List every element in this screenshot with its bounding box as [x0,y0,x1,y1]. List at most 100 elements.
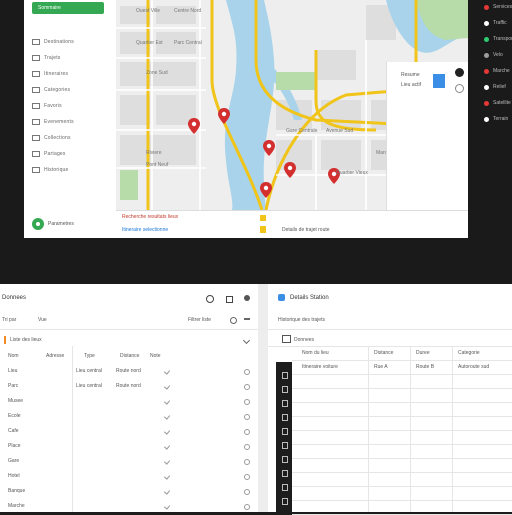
list-icon [32,39,40,45]
map-pin-icon[interactable] [260,182,272,198]
place-summary-card: Resume Lieu actif [386,62,468,210]
more-icon[interactable] [244,318,250,320]
row-address: Lieu central [76,368,102,374]
row-name: Place [8,443,21,449]
grid-row-line [292,430,512,431]
row-check-icon[interactable] [163,443,171,450]
grid-divider [410,346,411,512]
sidebar-item[interactable]: Destinations [32,38,110,46]
layer-dot-icon [484,100,489,106]
filter-a[interactable]: Tri par [2,317,16,323]
row-index-icon [282,414,288,421]
column-header: Adresse [46,353,65,359]
shield-icon[interactable] [226,296,233,303]
layer-label: Terrain [493,116,509,122]
row-check-icon[interactable] [163,503,171,510]
grid-column-header: Nom du lieu [302,350,329,356]
layer-dot-icon [484,116,489,122]
layer-label: Traffic [493,20,507,26]
map-pin-icon[interactable] [188,118,200,134]
sidebar-item[interactable]: Trajets [32,54,110,62]
row-check-icon[interactable] [163,458,171,465]
row-status-icon [244,474,250,480]
row-name: Marche [8,503,25,509]
sidebar-item[interactable]: Evenements [32,118,110,126]
grid-cell: Rue A [374,364,388,370]
settings-button[interactable]: Parametres [32,218,74,230]
grid-row-line [292,416,512,417]
row-check-icon[interactable] [163,428,171,435]
map-pin-icon[interactable] [218,108,230,124]
grid-divider [452,346,453,512]
details-panel: Details Station Historique des trajets D… [268,284,512,515]
layer-dot-icon [484,68,489,74]
grid-row-line [292,500,512,501]
details-title: Details Station [290,295,329,301]
layer-item[interactable]: Traffic [484,20,507,26]
section-marker [4,336,6,344]
map-label: Centre Nord [174,8,202,14]
map-info-bar: Recherche resultats lieux Itineraire sel… [116,210,468,238]
row-check-icon[interactable] [163,413,171,420]
grid-row-line [292,402,512,403]
map-label: Ouest Ville [136,8,161,14]
layer-item[interactable]: Terrain [484,116,508,122]
row-index-icon [282,400,288,407]
sidebar-item[interactable]: Historique [32,166,110,174]
row-check-icon[interactable] [163,473,171,480]
sidebar-item[interactable]: Partages [32,150,110,158]
layer-item[interactable]: Services [484,4,512,10]
sidebar-item[interactable]: Categories [32,86,110,94]
location-icon [433,74,445,88]
search-icon[interactable] [206,295,214,303]
grid-cell: Autoroute sud [458,364,490,370]
gear-icon[interactable] [230,317,237,324]
layer-item[interactable]: Velo [484,52,503,58]
row-name: Lieu [8,368,18,374]
layer-dot-icon [484,4,489,10]
layer-list: Services Traffic Transport Velo Marche Relief… [468,0,512,284]
map-label: Parc Central [174,40,202,46]
map-pin-icon[interactable] [284,162,296,178]
chevron-down-icon[interactable] [242,336,251,345]
refresh-icon[interactable] [455,84,464,93]
column-header: Nom [8,353,19,359]
map-app-window: Sommaire Destinations Trajets Itineraires C… [24,0,468,238]
grid-row-line [292,472,512,473]
layer-item[interactable]: Satellite [484,100,511,106]
layer-item[interactable]: Marche [484,68,510,74]
layer-label: Relief [493,84,506,90]
row-check-icon[interactable] [163,488,171,495]
sidebar-item[interactable]: Itineraires [32,70,110,78]
row-check-icon[interactable] [163,398,171,405]
panel-gap [258,284,268,512]
row-status-icon [244,429,250,435]
sidebar-item-label: Favoris [44,103,62,109]
row-index-icon [282,470,288,477]
row-index-icon [282,484,288,491]
sidebar-active-label: Sommaire [38,5,61,11]
layer-dot-icon [484,36,489,42]
map-pin-icon[interactable] [263,140,275,156]
app-icon [278,294,285,301]
sidebar-item[interactable]: Favoris [32,102,110,110]
row-name: Ecole [8,413,21,419]
grid-column-header: Duree [416,350,430,356]
row-check-icon[interactable] [163,383,171,390]
filter-action[interactable]: Filtrer liste [188,317,211,323]
list-icon [32,119,40,125]
sidebar-item[interactable]: Collections [32,134,110,142]
sidebar-item-label: Collections [44,135,71,141]
row-check-icon[interactable] [163,368,171,375]
card-line-2: Lieu actif [401,82,422,88]
layer-item[interactable]: Relief [484,84,506,90]
panel-title: Donnees [2,295,27,301]
user-icon[interactable] [244,295,250,301]
info-line-2: Itineraire selectionne [122,227,169,233]
marker-icon [260,226,266,233]
layer-item[interactable]: Transport [484,36,512,42]
sidebar-item-active[interactable]: Sommaire [32,2,104,14]
info-right: Details de trajet route [282,227,330,233]
close-icon[interactable] [455,68,464,77]
filter-b[interactable]: Vue [38,317,47,323]
